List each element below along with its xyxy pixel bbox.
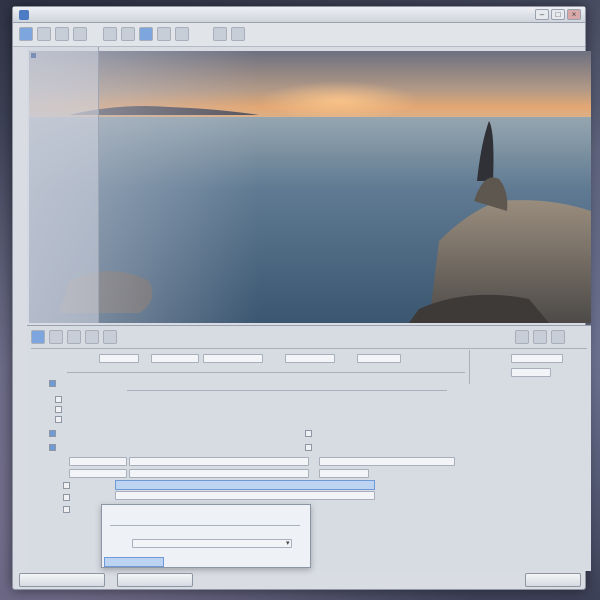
checkbox[interactable] — [63, 494, 70, 501]
list-field[interactable] — [319, 469, 369, 478]
pin-icon[interactable] — [551, 330, 565, 344]
expand-icon[interactable] — [533, 330, 547, 344]
popup-item[interactable] — [104, 557, 164, 567]
redo-icon[interactable] — [121, 27, 135, 41]
app-icon — [19, 10, 29, 20]
editor-window: – □ × ▾ — [12, 6, 591, 590]
checkbox[interactable] — [55, 406, 62, 413]
tool-move-icon[interactable] — [49, 330, 63, 344]
mid-footer-button[interactable] — [117, 573, 193, 587]
divider — [31, 348, 587, 349]
text-field[interactable] — [151, 354, 199, 363]
new-file-icon[interactable] — [19, 27, 33, 41]
checkbox[interactable] — [63, 506, 70, 513]
checkbox[interactable] — [305, 430, 312, 437]
properties-toolbar-right — [515, 330, 565, 344]
toolbar-group-file — [19, 27, 87, 41]
left-footer-button[interactable] — [19, 573, 105, 587]
open-folder-icon[interactable] — [37, 27, 51, 41]
list-field[interactable] — [319, 457, 455, 466]
divider — [110, 525, 300, 526]
toolbar-group-edit — [103, 27, 189, 41]
checkbox[interactable] — [63, 482, 70, 489]
list-field[interactable] — [69, 457, 127, 466]
layer-item[interactable] — [31, 53, 38, 61]
list-field[interactable] — [115, 491, 375, 500]
checkbox[interactable] — [49, 380, 56, 387]
image-canvas[interactable] — [29, 51, 591, 323]
properties-toolbar — [31, 330, 117, 344]
selected-list-row[interactable] — [115, 480, 375, 490]
print-icon[interactable] — [73, 27, 87, 41]
rotate-icon[interactable] — [157, 27, 171, 41]
properties-panel: ▾ — [27, 325, 591, 571]
chevron-down-icon[interactable]: ▾ — [286, 539, 290, 547]
close-button[interactable]: × — [567, 9, 581, 20]
checkbox[interactable] — [55, 416, 62, 423]
text-field[interactable] — [285, 354, 335, 363]
maximize-button[interactable]: □ — [551, 9, 565, 20]
list-field[interactable] — [69, 469, 127, 478]
zoom-in-icon[interactable] — [213, 27, 227, 41]
zoom-out-icon[interactable] — [231, 27, 245, 41]
brush-icon[interactable] — [175, 27, 189, 41]
checkbox[interactable] — [55, 396, 62, 403]
text-field[interactable] — [203, 354, 263, 363]
text-field[interactable] — [99, 354, 139, 363]
text-field[interactable] — [357, 354, 401, 363]
dropdown-popup: ▾ — [101, 504, 311, 568]
tool-text-icon[interactable] — [85, 330, 99, 344]
layers-panel — [27, 47, 99, 323]
title-bar: – □ × — [13, 7, 585, 23]
toolbar-group-view — [213, 27, 249, 41]
checkbox[interactable] — [49, 430, 56, 437]
crop-icon[interactable] — [139, 27, 153, 41]
minimize-button[interactable]: – — [535, 9, 549, 20]
tool-select-icon[interactable] — [31, 330, 45, 344]
ok-button[interactable] — [525, 573, 581, 587]
list-field[interactable] — [129, 469, 309, 478]
main-toolbar — [13, 23, 585, 47]
save-icon[interactable] — [55, 27, 69, 41]
tool-lasso-icon[interactable] — [67, 330, 81, 344]
divider — [127, 390, 447, 391]
value-field[interactable] — [511, 354, 563, 363]
list-field[interactable] — [129, 457, 309, 466]
window-controls: – □ × — [535, 9, 581, 20]
checkbox[interactable] — [305, 444, 312, 451]
undo-icon[interactable] — [103, 27, 117, 41]
divider — [469, 350, 470, 384]
value-field[interactable] — [511, 368, 551, 377]
combo-box[interactable] — [132, 539, 292, 548]
tool-shape-icon[interactable] — [103, 330, 117, 344]
settings-icon[interactable] — [515, 330, 529, 344]
slider-track[interactable] — [67, 372, 465, 373]
checkbox[interactable] — [49, 444, 56, 451]
